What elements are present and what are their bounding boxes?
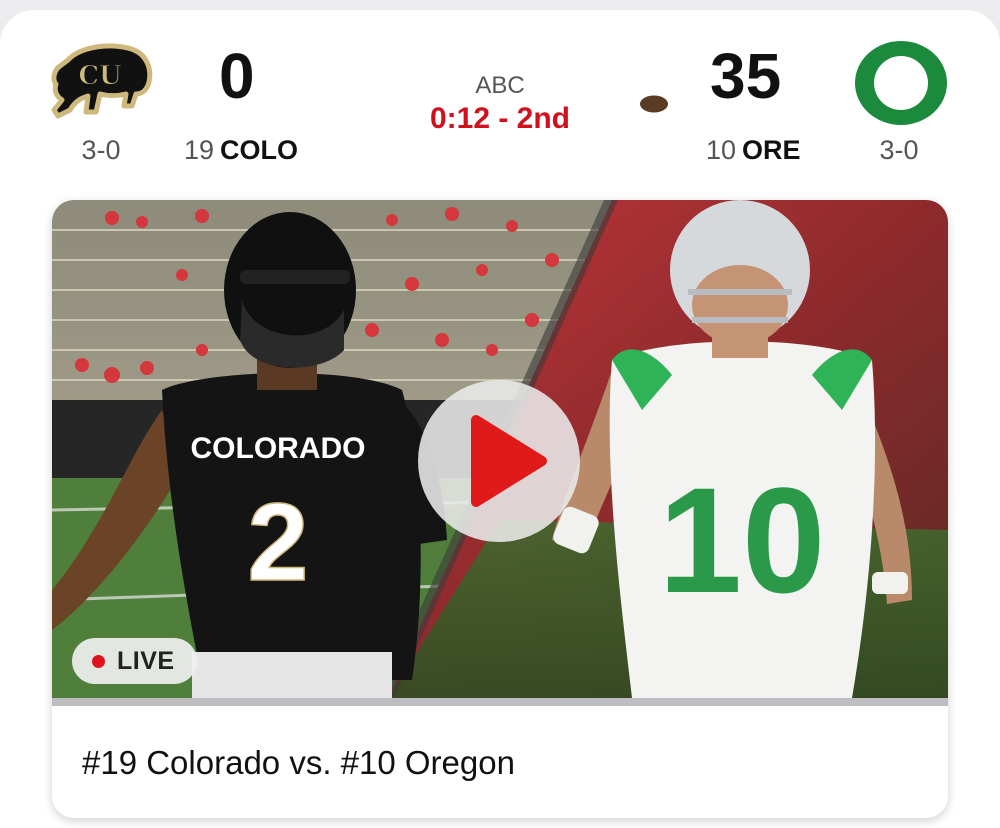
live-indicator-dot (92, 654, 105, 668)
game-clock: 0:12 - 2nd (429, 102, 571, 135)
live-badge[interactable]: LIVE (72, 638, 197, 684)
play-icon (471, 415, 547, 507)
game-title[interactable]: #19 Colorado vs. #10 Oregon (82, 744, 515, 782)
away-abbr: COLO (220, 135, 299, 165)
game-card[interactable]: CU 3-0 0 19 COLO ABC 0:12 - 2nd 35 10 ORE (0, 10, 1000, 828)
home-record: 3-0 (879, 135, 919, 165)
away-score: 0 (219, 40, 255, 112)
play-button[interactable] (418, 380, 580, 542)
home-abbr: ORE (742, 135, 801, 165)
broadcast-network: ABC (475, 72, 525, 99)
svg-text:CU: CU (78, 61, 122, 91)
scoreboard[interactable]: CU 3-0 0 19 COLO ABC 0:12 - 2nd 35 10 ORE (0, 10, 1000, 200)
home-rank: 10 (706, 135, 737, 165)
home-score: 35 (710, 40, 782, 112)
svg-text:10: 10 (659, 456, 826, 624)
svg-text:COLORADO: COLORADO (191, 432, 366, 465)
home-team-label: 10 ORE (706, 135, 801, 166)
colorado-buffalo-logo-icon: CU (48, 40, 154, 126)
away-rank: 19 (184, 135, 215, 165)
svg-text:2: 2 (247, 481, 308, 604)
football-icon (639, 94, 669, 114)
page: CU 3-0 0 19 COLO ABC 0:12 - 2nd 35 10 ORE (0, 0, 1000, 828)
video-card[interactable]: COLORADO 2 10 LIVE #19 Colorado vs. #10 … (52, 200, 948, 818)
video-progress-bar (52, 698, 948, 706)
oregon-o-logo-icon (852, 38, 950, 128)
away-record: 3-0 (81, 135, 121, 165)
away-team-label: 19 COLO (184, 135, 298, 166)
live-label: LIVE (117, 646, 175, 675)
